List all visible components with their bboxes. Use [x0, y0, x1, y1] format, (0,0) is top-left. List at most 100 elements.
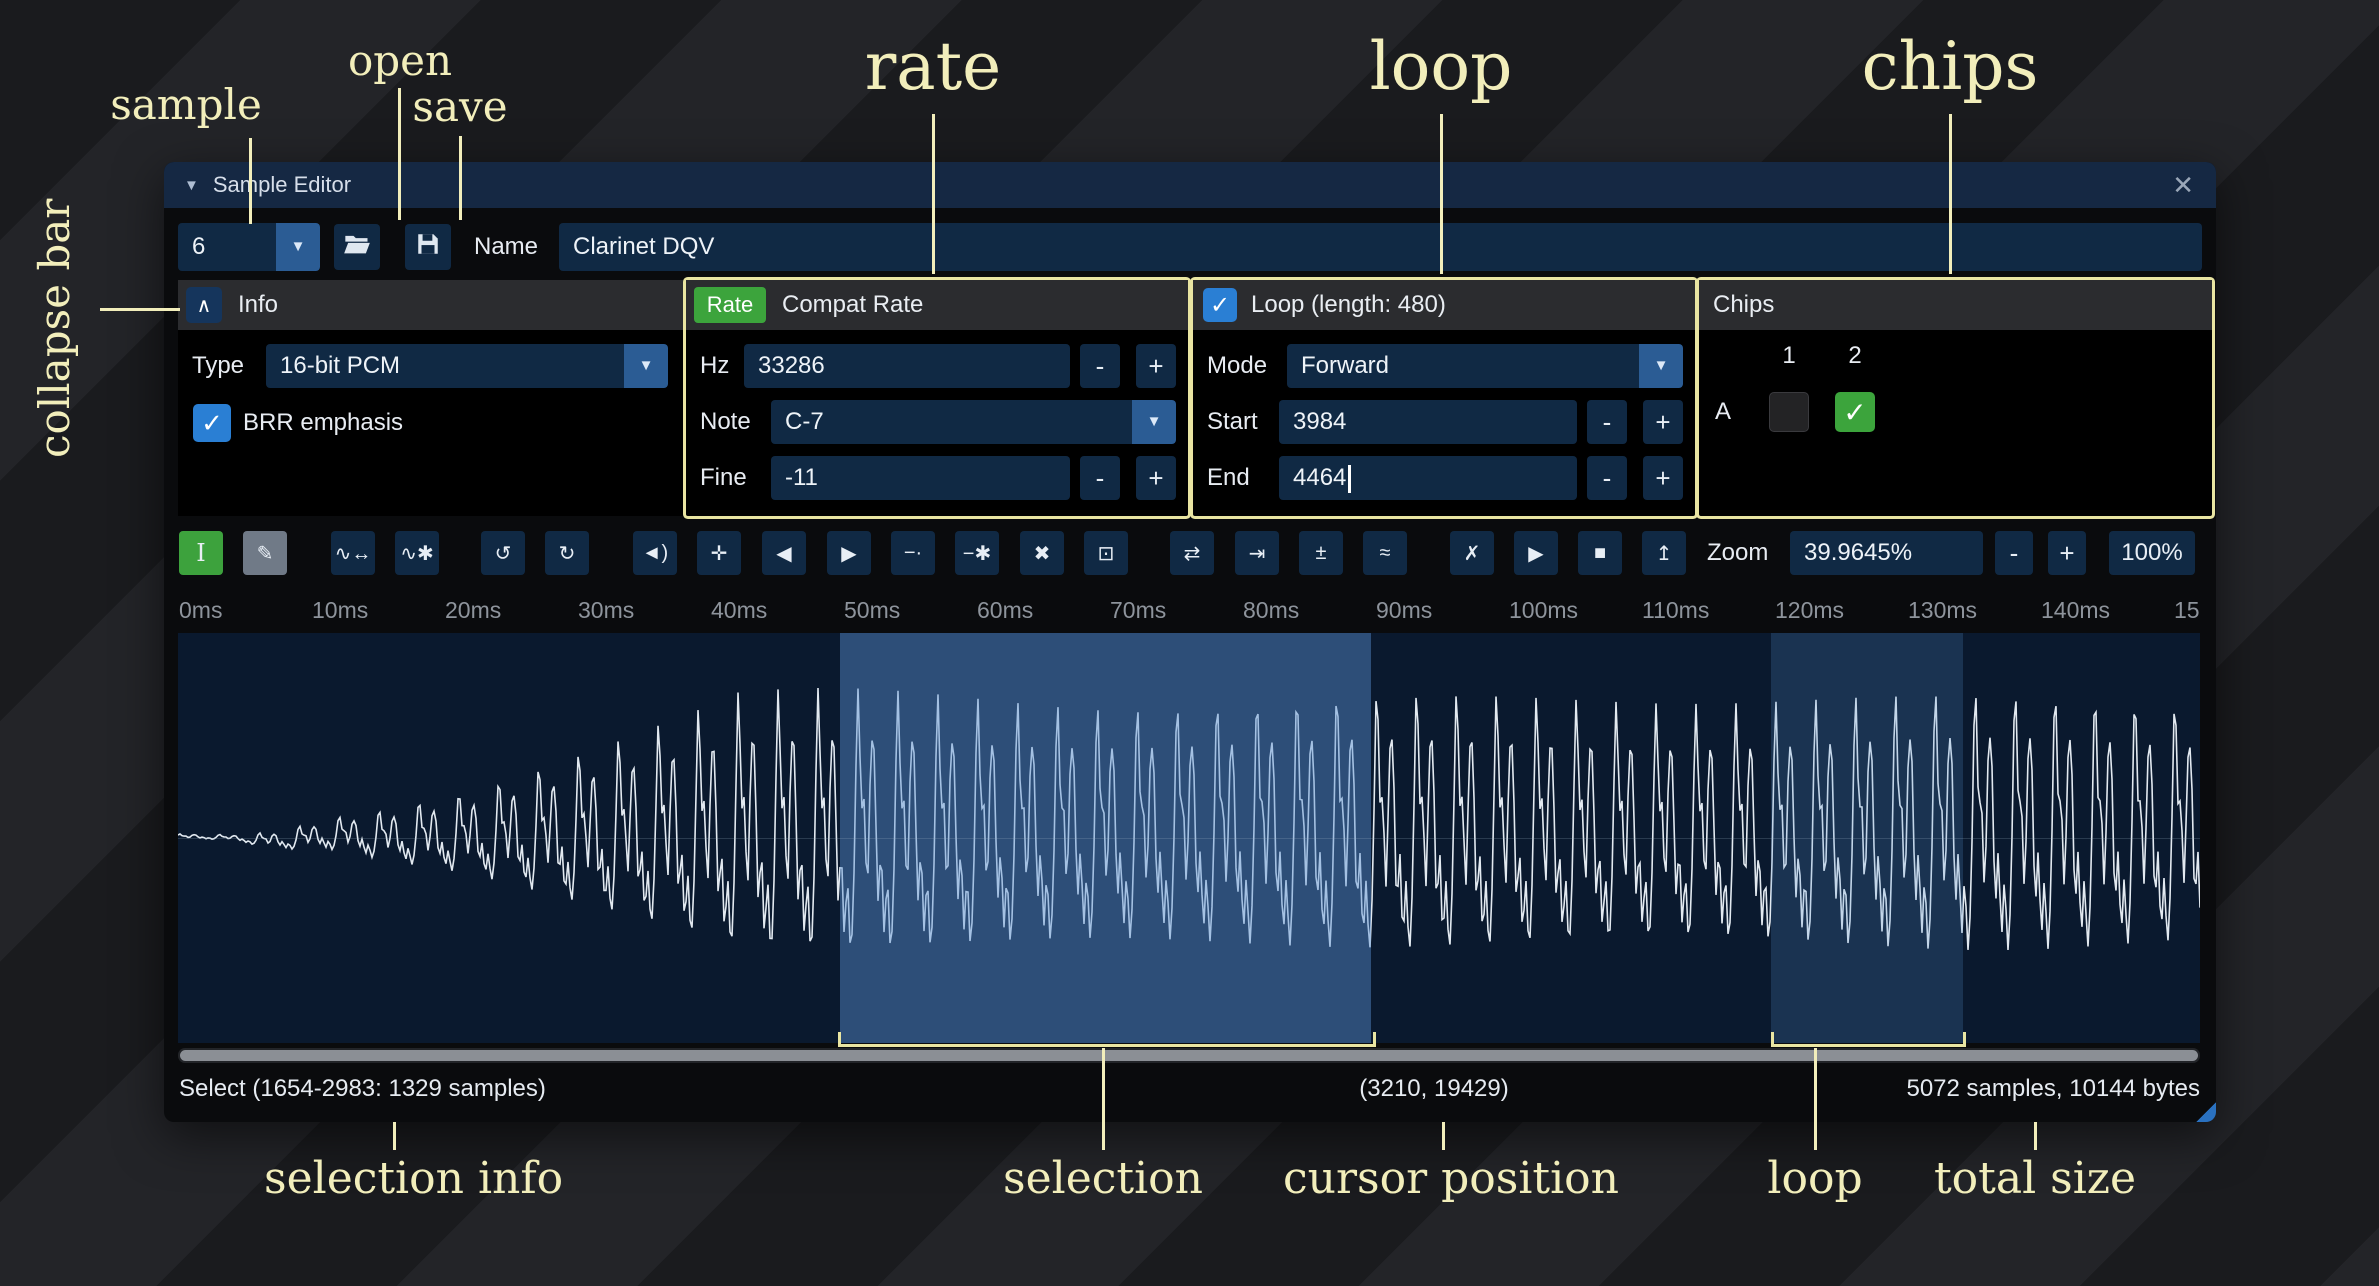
hz-plus-button[interactable]: +: [1136, 344, 1176, 388]
timeline-tick: 140ms: [2041, 597, 2110, 624]
annotation-line-loop-region: [1814, 1048, 1817, 1150]
collapse-bar-button[interactable]: ∧: [186, 287, 222, 323]
preview-icon[interactable]: ▶: [1514, 531, 1558, 575]
timeline-tick: 10ms: [312, 597, 368, 624]
window-title: Sample Editor: [213, 172, 351, 198]
resample-icon[interactable]: ∿✱: [395, 531, 439, 575]
chevron-up-icon: ∧: [197, 293, 212, 318]
loop-panel: ✓ Loop (length: 480) Mode Forward ▼ Star…: [1193, 280, 1695, 516]
chevron-down-icon: ▼: [1132, 400, 1176, 444]
chips-panel-header: Chips: [1699, 280, 2212, 330]
hz-input[interactable]: 33286: [744, 344, 1070, 388]
annotation-line-sample: [249, 138, 252, 224]
crossfade-icon[interactable]: ✗: [1450, 531, 1494, 575]
cursor-position-text: (3210, 19429): [1359, 1067, 1508, 1111]
annotation-line-cursor: [1442, 1122, 1445, 1150]
chip-2-checkbox[interactable]: ✓: [1835, 392, 1875, 432]
save-floppy-icon: [415, 231, 441, 264]
timeline-tick: 50ms: [844, 597, 900, 624]
rate-toggle-button[interactable]: Rate: [694, 287, 766, 323]
hz-minus-button[interactable]: -: [1080, 344, 1120, 388]
forward-icon[interactable]: ▶: [827, 531, 871, 575]
close-icon[interactable]: ✕: [2172, 170, 2194, 201]
resize-icon[interactable]: ∿↔: [331, 531, 375, 575]
chip-1-checkbox[interactable]: [1769, 392, 1809, 432]
zoom-in-button[interactable]: +: [2048, 531, 2086, 575]
sample-name-value: Clarinet DQV: [573, 233, 714, 260]
brr-emphasis-checkbox[interactable]: ✓: [193, 404, 231, 442]
timeline-tick: 20ms: [445, 597, 501, 624]
apply-silence-icon[interactable]: −✱: [955, 531, 999, 575]
select-tool[interactable]: I: [179, 531, 223, 575]
note-select[interactable]: C-7 ▼: [771, 400, 1176, 444]
filter-icon[interactable]: ≈: [1363, 531, 1407, 575]
insert-silence-icon[interactable]: −·: [891, 531, 935, 575]
loop-mode-select[interactable]: Forward ▼: [1287, 344, 1683, 388]
chevron-down-icon: ▼: [276, 223, 320, 271]
save-button[interactable]: [405, 224, 451, 270]
loop-start-input[interactable]: 3984: [1279, 400, 1577, 444]
waveform-scrollbar[interactable]: [178, 1048, 2200, 1063]
note-value: C-7: [785, 408, 824, 435]
zoom-out-button[interactable]: -: [1995, 531, 2033, 575]
normalize-icon[interactable]: ✛: [697, 531, 741, 575]
annotation-cursor-position: cursor position: [1283, 1153, 1603, 1204]
backward-icon[interactable]: ◀: [762, 531, 806, 575]
window-collapse-icon[interactable]: ▼: [184, 177, 199, 194]
insert-icon[interactable]: ⇥: [1235, 531, 1279, 575]
rate-panel: Rate Compat Rate Hz 33286 - + Note C-7 ▼…: [686, 280, 1188, 516]
check-icon: ✓: [1843, 396, 1866, 429]
window-resize-grip[interactable]: [2194, 1100, 2216, 1122]
stop-icon[interactable]: ■: [1578, 531, 1622, 575]
exchange-icon[interactable]: ⇄: [1170, 531, 1214, 575]
chevron-down-icon: ▼: [1639, 344, 1683, 388]
total-size-text: 5072 samples, 10144 bytes: [1906, 1067, 2200, 1111]
delete-icon[interactable]: ✖: [1020, 531, 1064, 575]
fine-label: Fine: [700, 456, 747, 500]
fine-value: -11: [785, 464, 818, 491]
waveform-display[interactable]: [178, 633, 2200, 1043]
loop-start-plus-button[interactable]: +: [1643, 400, 1683, 444]
timeline-tick: 30ms: [578, 597, 634, 624]
info-panel: ∧ Info Type 16-bit PCM ▼ ✓ BRR emphasis: [178, 280, 683, 516]
loop-end-input[interactable]: 4464: [1279, 456, 1577, 500]
timeline-tick: 150: [2174, 597, 2200, 624]
create-wavetable-icon[interactable]: ↥: [1642, 531, 1686, 575]
type-label: Type: [192, 344, 244, 388]
waveform-centerline: [178, 838, 2200, 839]
note-label: Note: [700, 400, 751, 444]
annotation-sample: sample: [110, 80, 262, 129]
amplify-icon[interactable]: ◄): [633, 531, 677, 575]
sample-number-select[interactable]: 6 ▼: [178, 223, 320, 271]
trim-icon[interactable]: ⊡: [1084, 531, 1128, 575]
zoom-reset-button[interactable]: 100%: [2109, 531, 2195, 575]
timeline-tick: 70ms: [1110, 597, 1166, 624]
chips-column-2: 2: [1835, 342, 1875, 370]
sign-change-icon[interactable]: ±: [1299, 531, 1343, 575]
open-button[interactable]: [334, 224, 380, 270]
annotation-loop-region: loop: [1755, 1153, 1875, 1204]
draw-tool[interactable]: ✎: [243, 531, 287, 575]
loop-end-plus-button[interactable]: +: [1643, 456, 1683, 500]
sample-name-input[interactable]: Clarinet DQV: [559, 223, 2202, 271]
loop-start-minus-button[interactable]: -: [1587, 400, 1627, 444]
timeline-tick: 80ms: [1243, 597, 1299, 624]
zoom-input[interactable]: 39.9645%: [1790, 531, 1983, 575]
undo-icon[interactable]: ↺: [481, 531, 525, 575]
loop-end-minus-button[interactable]: -: [1587, 456, 1627, 500]
redo-icon[interactable]: ↻: [545, 531, 589, 575]
loop-panel-title: Loop (length: 480): [1251, 280, 1446, 330]
loop-panel-header: ✓ Loop (length: 480): [1193, 280, 1695, 330]
titlebar[interactable]: ▼ Sample Editor ✕: [164, 162, 2216, 208]
info-panel-title: Info: [238, 280, 278, 330]
fine-input[interactable]: -11: [771, 456, 1070, 500]
fine-plus-button[interactable]: +: [1136, 456, 1176, 500]
type-select[interactable]: 16-bit PCM ▼: [266, 344, 668, 388]
check-icon: ✓: [201, 408, 223, 439]
fine-minus-button[interactable]: -: [1080, 456, 1120, 500]
scrollbar-thumb[interactable]: [180, 1050, 2198, 1061]
rate-panel-title: Compat Rate: [782, 280, 923, 330]
zoom-value: 39.9645%: [1804, 539, 1912, 566]
chevron-down-icon: ▼: [624, 344, 668, 388]
loop-enable-checkbox[interactable]: ✓: [1203, 288, 1237, 322]
